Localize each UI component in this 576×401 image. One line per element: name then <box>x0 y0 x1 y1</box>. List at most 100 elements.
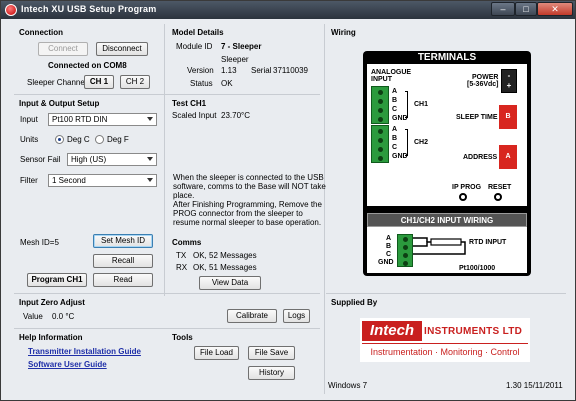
input-terminal-block <box>397 234 413 267</box>
zero-value-label: Value <box>23 312 43 321</box>
file-load-button[interactable]: File Load <box>194 346 239 360</box>
logo-brand: Intech <box>362 321 422 341</box>
read-button[interactable]: Read <box>93 273 153 287</box>
wiring-header: Wiring <box>331 28 356 37</box>
module-id-value: 7 - Sleeper <box>221 42 262 51</box>
input-select-value: Pt100 RTD DIN <box>52 115 108 124</box>
title-bar[interactable]: Intech XU USB Setup Program – □ ✕ <box>1 1 575 19</box>
wire-c-label: C <box>386 251 392 258</box>
installation-guide-link[interactable]: Transmitter Installation Guide <box>28 347 141 356</box>
zero-adjust-header: Input Zero Adjust <box>19 298 85 307</box>
terminal-screw <box>403 253 408 258</box>
connection-status: Connected on COM8 <box>48 61 127 70</box>
logs-button[interactable]: Logs <box>283 309 310 323</box>
io-setup-header: Input & Output Setup <box>19 99 100 108</box>
input-label: Input <box>20 115 38 124</box>
calibrate-button[interactable]: Calibrate <box>227 309 277 323</box>
help-header: Help Information <box>19 333 83 342</box>
ip-prog-connector <box>459 193 467 201</box>
test-note-line: software, comms to the Base will NOT tak… <box>173 182 326 191</box>
terminal-screw <box>378 90 383 95</box>
version-value: 1.13 <box>221 66 237 75</box>
divider <box>14 328 320 329</box>
comms-header: Comms <box>172 238 202 247</box>
rtd-wires <box>413 237 466 255</box>
divider <box>14 94 320 95</box>
window-title: Intech XU USB Setup Program <box>21 4 157 14</box>
recall-button[interactable]: Recall <box>93 254 153 268</box>
module-id-label: Module ID <box>176 42 213 51</box>
version-label: Version <box>187 66 214 75</box>
filter-select[interactable]: 1 Second <box>48 174 157 187</box>
terminal-screw <box>378 147 383 152</box>
address-switch: A <box>499 145 517 169</box>
ch2-button[interactable]: CH 2 <box>120 75 150 89</box>
set-mesh-id-button[interactable]: Set Mesh ID <box>93 234 153 248</box>
test-note-line: place. <box>173 191 195 200</box>
test-ch1-header: Test CH1 <box>172 99 207 108</box>
tx-value: OK, 52 Messages <box>193 251 257 260</box>
view-data-button[interactable]: View Data <box>199 276 261 290</box>
chevron-down-icon <box>147 117 153 121</box>
serial-value: 37110039 <box>273 66 308 75</box>
os-label: Windows 7 <box>328 381 368 390</box>
power-label: POWER <box>472 74 499 81</box>
rx-value: OK, 51 Messages <box>193 263 257 272</box>
terminal-screw <box>403 261 408 266</box>
deg-f-label: Deg F <box>107 135 129 144</box>
logo-tagline: Instrumentation · Monitoring · Control <box>370 347 520 357</box>
wire-a-label: A <box>386 235 392 242</box>
disconnect-button[interactable]: Disconnect <box>96 42 148 56</box>
ch2-label: CH2 <box>414 139 429 146</box>
terminal-screw <box>403 245 408 250</box>
version-date-label: 1.30 15/11/2011 <box>506 381 563 390</box>
ch1-button[interactable]: CH 1 <box>84 75 114 89</box>
close-button[interactable]: ✕ <box>537 2 573 16</box>
supplied-by-header: Supplied By <box>331 298 378 307</box>
power-terminal: - + <box>501 69 517 93</box>
user-guide-link[interactable]: Software User Guide <box>28 360 107 369</box>
maximize-button[interactable]: □ <box>515 2 537 16</box>
test-note-line: PROG connector from the sleeper to <box>173 209 303 218</box>
chevron-down-icon <box>147 157 153 161</box>
terminal-a-label: A <box>392 88 398 95</box>
terminal-screw <box>378 129 383 134</box>
terminal-screw <box>403 237 408 242</box>
terminal-screw <box>378 99 383 104</box>
rtd-sensor-icon <box>430 238 462 246</box>
filter-value: 1 Second <box>52 176 86 185</box>
ch1-terminal-block <box>371 86 389 124</box>
rtd-input-label: RTD INPUT <box>469 239 507 246</box>
file-save-button[interactable]: File Save <box>248 346 295 360</box>
program-ch1-button[interactable]: Program CH1 <box>27 273 87 287</box>
deg-c-radio[interactable] <box>55 135 64 144</box>
input-select[interactable]: Pt100 RTD DIN <box>48 113 157 126</box>
divider <box>164 24 165 104</box>
sensor-fail-select[interactable]: High (US) <box>67 153 157 166</box>
deg-f-radio[interactable] <box>95 135 104 144</box>
terminals-title: TERMINALS <box>417 52 477 63</box>
tx-label: TX <box>176 251 187 260</box>
reset-label: RESET <box>488 184 512 191</box>
test-note-line: resume normal sleeper to base operation. <box>173 218 322 227</box>
analogue-label: ANALOGUE <box>371 69 412 76</box>
power-range-label: [5-36Vdc] <box>467 81 499 88</box>
connect-button[interactable]: Connect <box>38 42 88 56</box>
ip-prog-label: IP PROG <box>452 184 482 191</box>
sensor-fail-label: Sensor Fail <box>20 155 61 164</box>
terminal-screw <box>378 156 383 161</box>
serial-label: Serial <box>251 66 272 75</box>
wire-b-label: B <box>386 243 392 250</box>
history-button[interactable]: History <box>248 366 295 380</box>
deg-c-label: Deg C <box>67 135 90 144</box>
pt100-label: Pt100/1000 <box>459 265 496 272</box>
tools-header: Tools <box>172 333 193 342</box>
filter-label: Filter <box>20 176 38 185</box>
minimize-button[interactable]: – <box>491 2 515 16</box>
terminal-screw <box>378 117 383 122</box>
plus-sign: + <box>506 81 512 90</box>
divider <box>324 24 325 394</box>
wire-b <box>413 241 431 247</box>
scaled-input-label: Scaled Input <box>172 111 217 120</box>
chevron-down-icon <box>147 178 153 182</box>
